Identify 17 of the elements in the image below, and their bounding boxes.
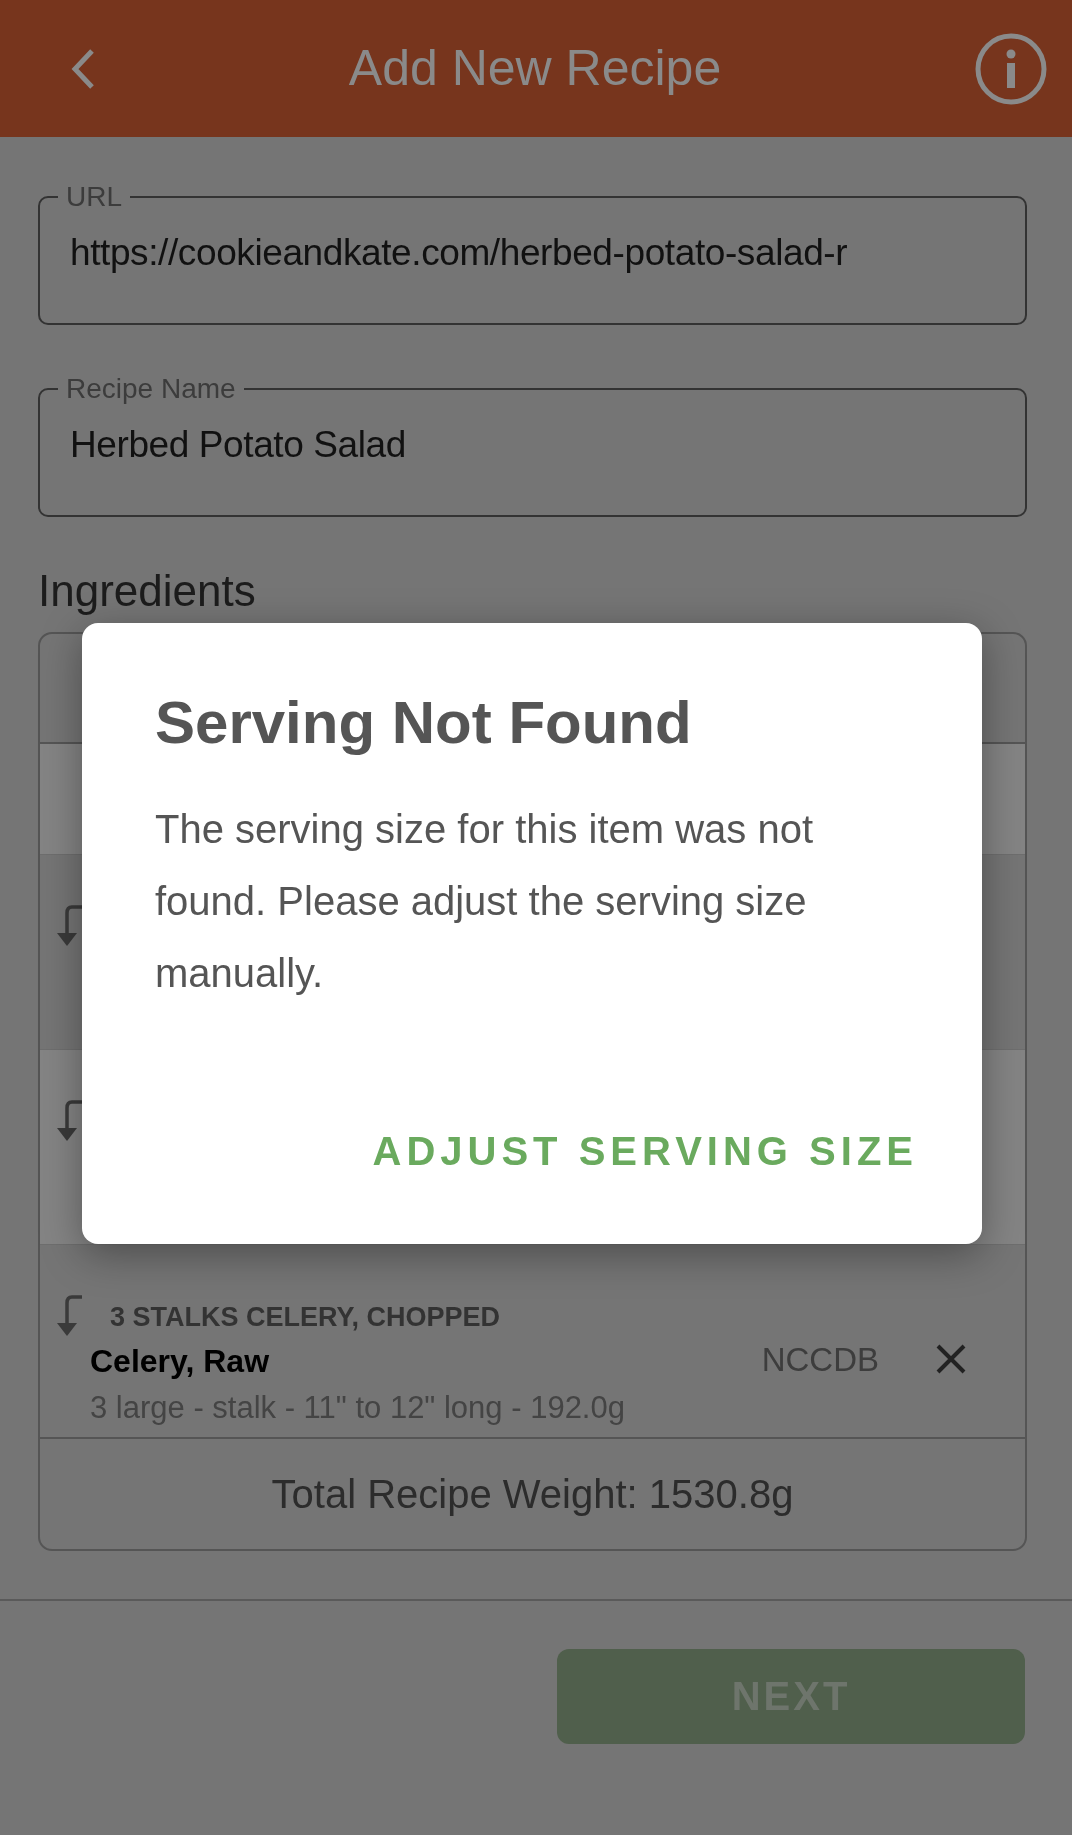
remove-button[interactable] xyxy=(935,1342,967,1375)
info-button[interactable] xyxy=(974,31,1048,106)
dialog-message: The serving size for this item was not found. Please adjust the serving size manually. xyxy=(155,806,815,997)
dialog-title: Serving Not Found xyxy=(155,688,693,758)
database-label: NCCDB xyxy=(761,1339,879,1380)
input-field[interactable]: Herbed Potato Salad xyxy=(70,403,995,473)
ingredient-source-text: 3 STALKS CELERY, CHOPPED xyxy=(110,1300,502,1334)
back-button[interactable] xyxy=(70,47,96,90)
ingredient-name: Celery, Raw xyxy=(90,1342,271,1382)
input-field[interactable]: https://cookieandkate.com/herbed-potato-salad-r xyxy=(70,211,995,281)
total-weight: Total Recipe Weight: 1530.8g xyxy=(271,1470,794,1518)
field-label: Recipe Name xyxy=(65,375,237,403)
section-heading: Ingredients xyxy=(38,565,257,617)
field-label: URL xyxy=(65,183,123,211)
text-field[interactable]: Recipe Name Herbed Potato Salad xyxy=(38,375,1027,517)
adjust-serving-size-button[interactable]: ADJUST SERVING SIZE xyxy=(372,1121,918,1181)
screen-title: Add New Recipe xyxy=(348,39,722,98)
